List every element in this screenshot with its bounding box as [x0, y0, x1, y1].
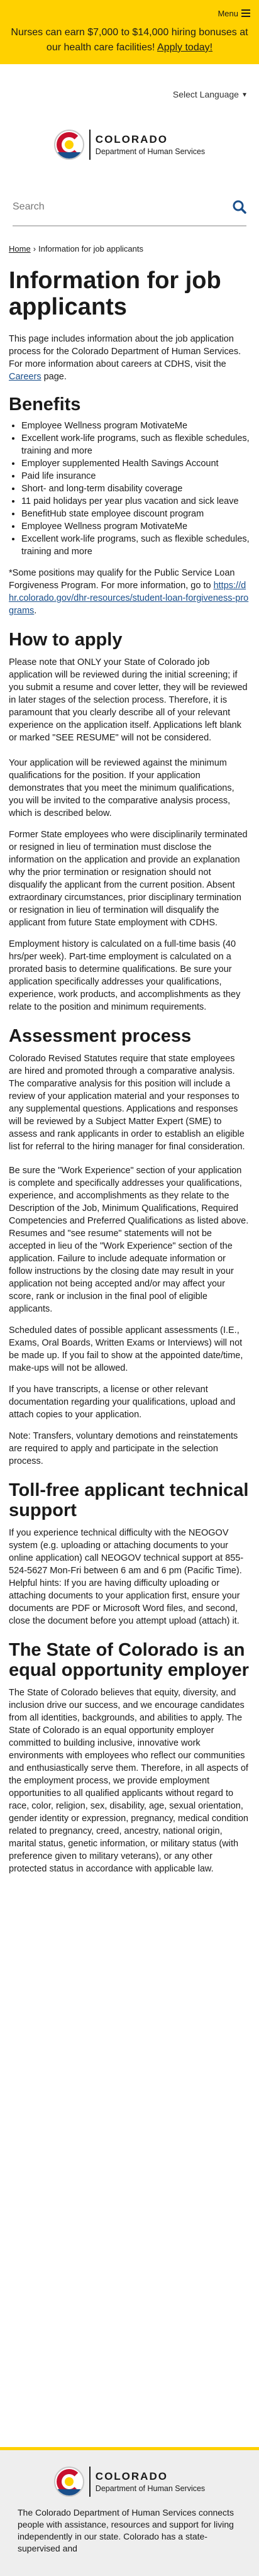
- pslf-paragraph: *Some positions may qualify for the Publ…: [9, 567, 250, 617]
- list-item: Employer supplemented Health Savings Acc…: [21, 457, 250, 470]
- language-label[interactable]: Select Language: [173, 89, 239, 99]
- list-item: Paid life insurance: [21, 470, 250, 482]
- assessment-paragraph: Scheduled dates of possible applicant as…: [9, 1325, 243, 1373]
- top-banner: Menu Nurses can earn $7,000 to $14,000 h…: [0, 0, 259, 64]
- logo-text: COLORADO Department of Human Services: [96, 133, 205, 156]
- search-input[interactable]: [13, 201, 201, 213]
- list-item: Excellent work-life programs, such as fl…: [21, 533, 250, 558]
- logo-divider: [89, 2467, 91, 2497]
- logo-dept: Department of Human Services: [95, 147, 206, 156]
- benefits-heading: Benefits: [9, 394, 81, 415]
- apply-paragraph: Your application will be reviewed agains…: [9, 758, 234, 818]
- assessment-heading: Assessment process: [9, 1026, 192, 1046]
- support-heading: Toll-free applicant technical support: [9, 1480, 249, 1520]
- careers-link[interactable]: Careers: [9, 372, 41, 382]
- chevron-down-icon[interactable]: ▾: [243, 90, 246, 99]
- apply-paragraph: Former State employees who were discipli…: [9, 830, 248, 928]
- menu-button[interactable]: Menu: [9, 8, 250, 19]
- eeo-paragraph: The State of Colorado believes that equi…: [9, 1688, 248, 1874]
- breadcrumb-home-link[interactable]: Home: [9, 244, 31, 254]
- footer-logo-dept: Department of Human Services: [95, 2484, 206, 2493]
- list-item: Employee Wellness program MotivateMe: [21, 520, 250, 533]
- list-item: 11 paid holidays per year plus vacation …: [21, 495, 250, 508]
- footer-logo[interactable]: COLORADO Department of Human Services: [0, 2450, 259, 2507]
- colorado-seal-icon: [53, 130, 84, 160]
- main-content: Information for job applicants This page…: [0, 267, 259, 1875]
- page-title: Information for job applicants: [9, 267, 221, 320]
- hamburger-icon[interactable]: [241, 9, 250, 17]
- breadcrumb-separator: ›: [33, 244, 36, 254]
- support-paragraph: If you experience technical difficulty w…: [9, 1528, 244, 1626]
- search-icon[interactable]: [233, 200, 246, 214]
- assessment-paragraph: Note: Transfers, voluntary demotions and…: [9, 1431, 238, 1466]
- how-to-apply-heading: How to apply: [9, 630, 123, 650]
- intro-text: This page includes information about the…: [9, 334, 241, 369]
- search-bar: [13, 189, 246, 226]
- apply-today-link[interactable]: Apply today!: [157, 42, 212, 53]
- list-item: Short- and long-term disability coverage: [21, 482, 250, 495]
- footer-logo-state: COLORADO: [95, 2470, 168, 2482]
- colorado-seal-icon: [53, 2467, 84, 2497]
- menu-label[interactable]: Menu: [218, 9, 238, 18]
- list-item: BenefitHub state employee discount progr…: [21, 508, 250, 520]
- footer-text: The Colorado Department of Human Service…: [18, 2507, 234, 2553]
- promo-banner-text: Nurses can earn $7,000 to $14,000 hiring…: [9, 25, 250, 55]
- list-item: Employee Wellness program MotivateMe: [21, 420, 250, 432]
- apply-paragraph: Please note that ONLY your State of Colo…: [9, 657, 248, 743]
- benefits-list: Employee Wellness program MotivateMe Exc…: [21, 420, 250, 558]
- logo-state: COLORADO: [95, 133, 168, 145]
- breadcrumb-current: Information for job applicants: [38, 244, 143, 254]
- intro-text-end: page.: [41, 372, 67, 382]
- pslf-text: *Some positions may qualify for the Publ…: [9, 568, 235, 591]
- eeo-heading: The State of Colorado is an equal opport…: [9, 1640, 249, 1680]
- list-item: Excellent work-life programs, such as fl…: [21, 432, 250, 457]
- assessment-paragraph: Be sure the "Work Experience" section of…: [9, 1166, 249, 1314]
- intro-paragraph: This page includes information about the…: [9, 333, 250, 383]
- footer-logo-text: COLORADO Department of Human Services: [96, 2470, 205, 2493]
- site-footer: COLORADO Department of Human Services Th…: [0, 2447, 259, 2576]
- logo-divider: [89, 130, 91, 160]
- assessment-paragraph: If you have transcripts, a license or ot…: [9, 1385, 236, 1420]
- pslf-text-end: .: [34, 606, 37, 616]
- language-selector[interactable]: Select Language ▾: [0, 75, 259, 113]
- assessment-paragraph: Colorado Revised Statutes require that s…: [9, 1054, 245, 1152]
- site-logo[interactable]: COLORADO Department of Human Services: [0, 113, 259, 170]
- apply-paragraph: Employment history is calculated on a fu…: [9, 939, 241, 1012]
- breadcrumb: Home › Information for job applicants: [9, 244, 250, 254]
